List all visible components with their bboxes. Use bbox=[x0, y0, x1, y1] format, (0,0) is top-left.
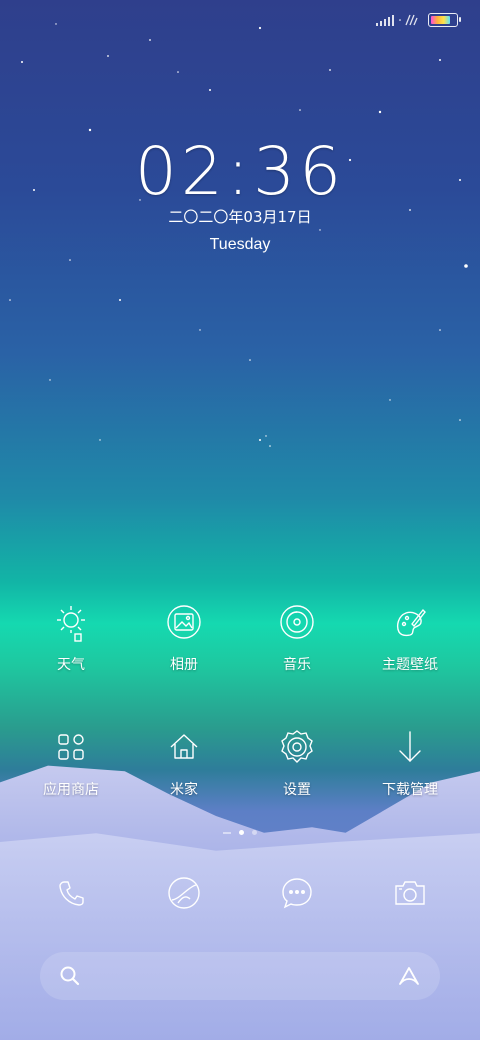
snow-foreground bbox=[0, 833, 480, 1040]
signal-icon bbox=[376, 14, 394, 26]
app-downloads[interactable]: 下载管理 bbox=[360, 727, 460, 799]
battery-level bbox=[431, 16, 450, 24]
app-label: 相册 bbox=[170, 657, 198, 673]
search-bar[interactable] bbox=[40, 952, 440, 1000]
music-disc-icon bbox=[280, 605, 314, 639]
phone-icon[interactable] bbox=[51, 873, 91, 913]
app-label: 设置 bbox=[283, 782, 311, 798]
no-sim-icon bbox=[405, 14, 418, 26]
home-icon bbox=[170, 734, 198, 759]
app-gallery[interactable]: 相册 bbox=[134, 602, 234, 674]
download-arrow-icon bbox=[399, 731, 421, 762]
battery-icon bbox=[428, 13, 461, 27]
page-indicator bbox=[0, 830, 480, 835]
app-themes[interactable]: 主题壁纸 bbox=[360, 602, 460, 674]
app-label: 音乐 bbox=[283, 657, 311, 673]
app-label: 应用商店 bbox=[43, 782, 99, 798]
assistant-icon[interactable] bbox=[396, 964, 422, 988]
settings-gear-icon bbox=[281, 730, 313, 763]
app-label: 天气 bbox=[57, 657, 85, 673]
app-app-store[interactable]: 应用商店 bbox=[21, 727, 121, 799]
app-label: 下载管理 bbox=[382, 782, 438, 798]
page-dot-active[interactable] bbox=[239, 830, 244, 835]
app-store-grid-icon bbox=[58, 734, 84, 760]
weather-sun-icon bbox=[57, 606, 85, 642]
search-icon[interactable] bbox=[58, 964, 82, 988]
app-settings[interactable]: 设置 bbox=[247, 727, 347, 799]
app-mi-home[interactable]: 米家 bbox=[134, 727, 234, 799]
app-music[interactable]: 音乐 bbox=[247, 602, 347, 674]
browser-icon[interactable] bbox=[164, 873, 204, 913]
messages-icon[interactable] bbox=[277, 873, 317, 913]
app-label: 米家 bbox=[170, 782, 198, 798]
gallery-icon bbox=[167, 605, 201, 639]
status-bar bbox=[376, 10, 461, 30]
camera-icon[interactable] bbox=[390, 873, 430, 913]
app-weather[interactable]: 天气 bbox=[21, 602, 121, 674]
clock-weekday: Tuesday bbox=[209, 236, 271, 253]
clock-time[interactable]: 02:36 bbox=[0, 132, 480, 212]
app-label: 主题壁纸 bbox=[382, 657, 438, 673]
theme-brush-icon bbox=[397, 608, 426, 637]
page-indicator-minus-one[interactable] bbox=[223, 831, 231, 834]
page-dot[interactable] bbox=[252, 830, 257, 835]
clock-date: 二〇二〇年03月17日 bbox=[168, 208, 312, 226]
